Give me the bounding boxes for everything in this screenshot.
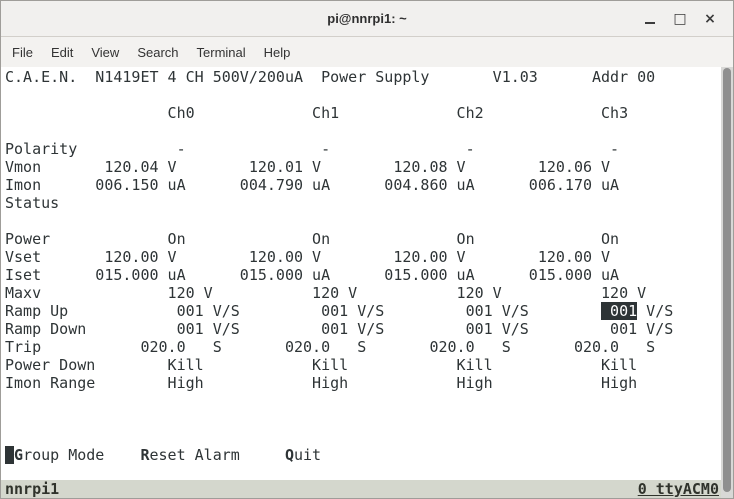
selected-cell-ch3-ramp-up: 001 xyxy=(601,302,637,320)
row-iset: Iset 015.000 uA 015.000 uA 015.000 uA 01… xyxy=(5,266,721,284)
window-controls: □ × xyxy=(635,1,725,36)
quit-hotkey: Q xyxy=(285,446,294,464)
window-title: pi@nnrpi1: ~ xyxy=(327,11,407,26)
minimize-icon[interactable] xyxy=(635,8,665,30)
row-ramp-up: Ramp Up 001 V/S 001 V/S 001 V/S 001 V/S xyxy=(5,302,721,320)
menu-terminal[interactable]: Terminal xyxy=(188,41,255,64)
scrollbar-track[interactable] xyxy=(721,67,733,498)
blank-line xyxy=(5,410,721,428)
status-hostname: nnrpi1 xyxy=(5,480,59,498)
ps-header-line: C.A.E.N. N1419ET 4 CH 500V/200uA Power S… xyxy=(5,68,721,86)
row-power-down: Power Down Kill Kill Kill Kill xyxy=(5,356,721,374)
titlebar[interactable]: pi@nnrpi1: ~ □ × xyxy=(1,1,733,37)
blank-line xyxy=(5,464,721,480)
row-power: Power On On On On xyxy=(5,230,721,248)
tui-menu-line: Group Mode Reset Alarm Quit xyxy=(5,446,721,464)
row-imon-range: Imon Range High High High High xyxy=(5,374,721,392)
blank-line xyxy=(5,86,721,104)
blank-line xyxy=(5,122,721,140)
row-status: Status xyxy=(5,194,721,212)
blank-line xyxy=(5,212,721,230)
menu-help[interactable]: Help xyxy=(255,41,300,64)
group-mode-hotkey: G xyxy=(14,446,23,464)
row-ramp-down: Ramp Down 001 V/S 001 V/S 001 V/S 001 V/… xyxy=(5,320,721,338)
row-polarity: Polarity - - - - xyxy=(5,140,721,158)
channel-header-line: Ch0 Ch1 Ch2 Ch3 xyxy=(5,104,721,122)
menu-file[interactable]: File xyxy=(3,41,42,64)
status-tty: 0 ttyACM0 xyxy=(638,480,719,498)
maximize-icon[interactable]: □ xyxy=(665,8,695,30)
row-imon: Imon 006.150 uA 004.790 uA 004.860 uA 00… xyxy=(5,176,721,194)
blank-line xyxy=(5,392,721,410)
close-icon[interactable]: × xyxy=(695,8,725,30)
menu-bar: File Edit View Search Terminal Help xyxy=(1,37,733,68)
menu-edit[interactable]: Edit xyxy=(42,41,82,64)
status-bar: nnrpi1 0 ttyACM0 xyxy=(1,480,723,498)
menu-view[interactable]: View xyxy=(82,41,128,64)
terminal-output[interactable]: C.A.E.N. N1419ET 4 CH 500V/200uA Power S… xyxy=(1,67,721,480)
menu-search[interactable]: Search xyxy=(128,41,187,64)
terminal-cursor xyxy=(5,446,14,464)
terminal-window: pi@nnrpi1: ~ □ × File Edit View Search T… xyxy=(0,0,734,499)
row-trip: Trip 020.0 S 020.0 S 020.0 S 020.0 S xyxy=(5,338,721,356)
reset-alarm-hotkey: R xyxy=(140,446,149,464)
scrollbar-thumb[interactable] xyxy=(723,68,731,492)
row-vmon: Vmon 120.04 V 120.01 V 120.08 V 120.06 V xyxy=(5,158,721,176)
row-vset: Vset 120.00 V 120.00 V 120.00 V 120.00 V xyxy=(5,248,721,266)
blank-line xyxy=(5,428,721,446)
row-maxv: Maxv 120 V 120 V 120 V 120 V xyxy=(5,284,721,302)
